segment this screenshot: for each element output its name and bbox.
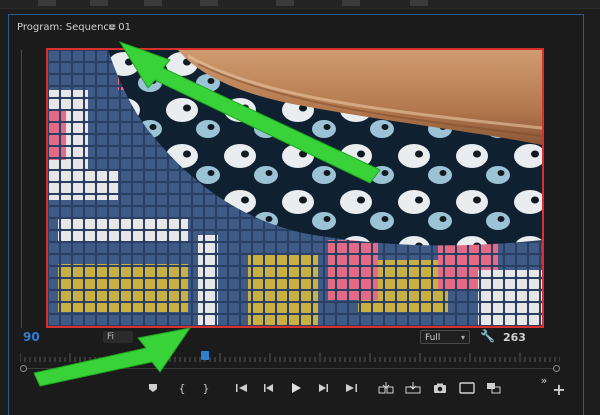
annotation-arrow-top (118, 41, 381, 184)
annotation-arrow-bottom (33, 327, 192, 387)
annotation-arrows (33, 41, 381, 387)
